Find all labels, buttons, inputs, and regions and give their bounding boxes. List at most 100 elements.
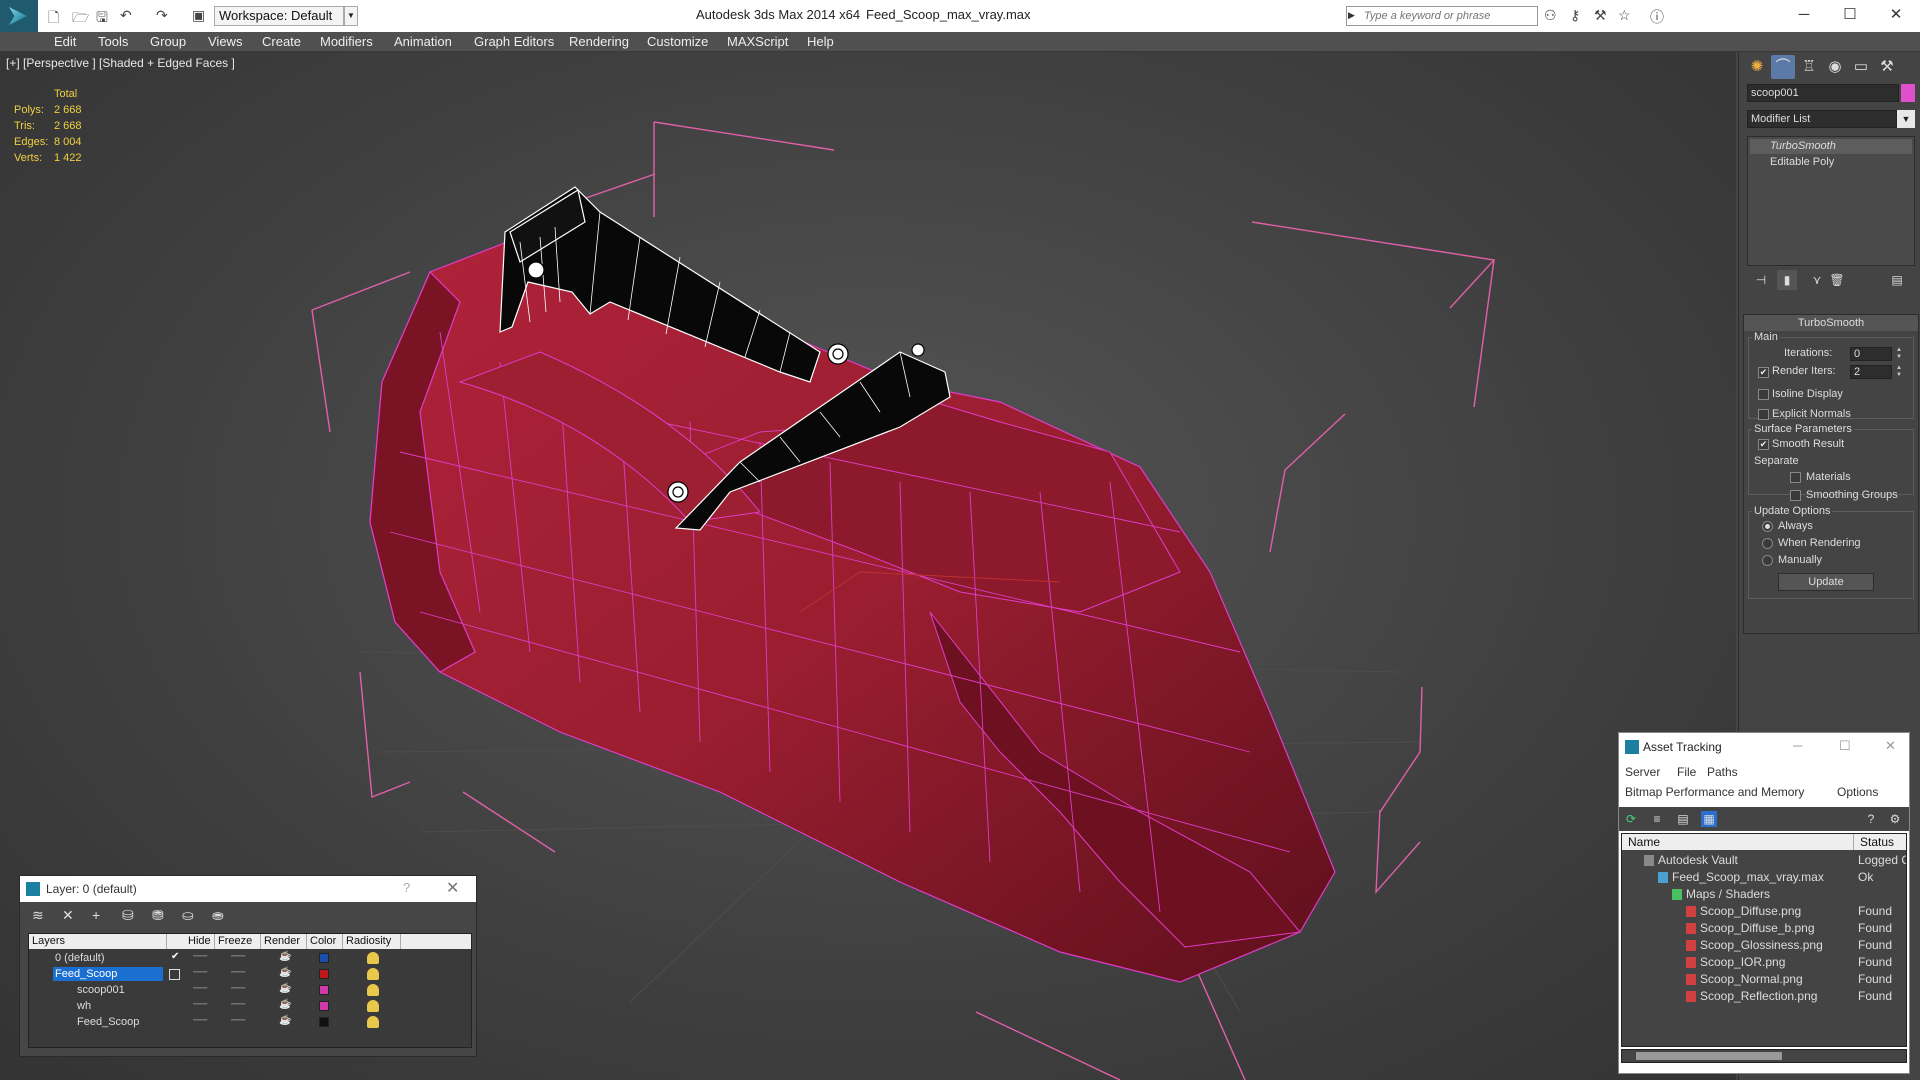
render-iters-spinner[interactable]: 2 xyxy=(1850,365,1892,379)
rollout-title[interactable]: TurboSmooth xyxy=(1744,315,1918,331)
freeze-toggle[interactable]: ── xyxy=(231,967,245,978)
hide-toggle[interactable]: ── xyxy=(193,1015,207,1026)
radiosity-icon[interactable] xyxy=(367,1016,379,1028)
menu-bitmap-performance[interactable]: Bitmap Performance and Memory xyxy=(1625,785,1804,799)
col-color[interactable]: Color xyxy=(307,934,343,949)
layer-row[interactable]: wh ── ── ☕ xyxy=(29,998,471,1014)
smoothing-groups-checkbox[interactable] xyxy=(1790,490,1801,501)
layer-color-swatch[interactable] xyxy=(319,1001,329,1011)
menu-animation[interactable]: Animation xyxy=(394,34,452,49)
asset-row[interactable]: Scoop_Diffuse_b.png Found xyxy=(1622,920,1906,937)
refresh-icon[interactable]: ⟳ xyxy=(1623,811,1639,827)
key-icon[interactable]: ⚷ xyxy=(1570,7,1580,24)
asset-row[interactable]: Maps / Shaders xyxy=(1622,886,1906,903)
asset-row[interactable]: Scoop_Reflection.png Found xyxy=(1622,988,1906,1005)
explicit-normals-checkbox[interactable] xyxy=(1758,409,1769,420)
favorites-star-icon[interactable]: ☆ xyxy=(1618,7,1631,24)
col-render[interactable]: Render xyxy=(261,934,307,949)
current-layer-check-icon[interactable]: ✔ xyxy=(171,951,179,962)
asset-name[interactable]: Autodesk Vault xyxy=(1658,853,1738,867)
maximize-button[interactable]: ☐ xyxy=(1839,738,1851,754)
menu-maxscript[interactable]: MAXScript xyxy=(727,34,788,49)
layer-color-swatch[interactable] xyxy=(319,985,329,995)
maximize-button[interactable]: ☐ xyxy=(1830,3,1870,27)
isoline-display-checkbox[interactable] xyxy=(1758,389,1769,400)
materials-checkbox[interactable] xyxy=(1790,472,1801,483)
freeze-toggle[interactable]: ── xyxy=(231,999,245,1010)
project-folder-icon[interactable]: ▣ xyxy=(192,7,205,24)
menu-edit[interactable]: Edit xyxy=(54,34,76,49)
asset-row[interactable]: Autodesk Vault Logged O xyxy=(1622,852,1906,869)
minimize-button[interactable]: ─ xyxy=(1793,738,1802,753)
save-file-icon[interactable]: 🖫 xyxy=(96,7,108,31)
freeze-toggle[interactable]: ── xyxy=(231,983,245,994)
undo-icon[interactable]: ↶ xyxy=(120,7,132,24)
col-layers[interactable]: Layers xyxy=(29,934,167,949)
hide-all-layers-icon[interactable]: ⛀ xyxy=(182,907,194,924)
col-freeze[interactable]: Freeze xyxy=(215,934,261,949)
layer-name[interactable]: wh xyxy=(75,999,165,1013)
hide-toggle[interactable]: ── xyxy=(193,999,207,1010)
asset-name[interactable]: Scoop_Diffuse_b.png xyxy=(1700,921,1815,935)
asset-name[interactable]: Maps / Shaders xyxy=(1686,887,1770,901)
object-name-field[interactable]: scoop001 xyxy=(1747,84,1899,102)
asset-window-title[interactable]: Asset Tracking xyxy=(1619,733,1909,761)
render-teapot-icon[interactable]: ☕ xyxy=(279,967,291,978)
menu-rendering[interactable]: Rendering xyxy=(569,34,629,49)
iterations-spinner[interactable]: 0 xyxy=(1850,347,1892,361)
display-tab-icon[interactable]: ▭ xyxy=(1849,55,1873,79)
configure-modifier-sets-icon[interactable]: ▤ xyxy=(1887,270,1907,290)
layer-color-swatch[interactable] xyxy=(319,969,329,979)
horizontal-scrollbar[interactable] xyxy=(1621,1049,1907,1063)
render-teapot-icon[interactable]: ☕ xyxy=(279,951,291,962)
delete-layer-icon[interactable]: ✕ xyxy=(62,907,74,924)
layer-name[interactable]: Feed_Scoop xyxy=(53,967,163,981)
menu-help[interactable]: Help xyxy=(807,34,834,49)
radiosity-icon[interactable] xyxy=(367,952,379,964)
menu-create[interactable]: Create xyxy=(262,34,301,49)
open-file-icon[interactable]: 🗁 xyxy=(72,7,89,31)
list-view-icon[interactable]: ≡ xyxy=(1649,811,1665,827)
render-iters-checkbox[interactable]: ✔ xyxy=(1758,367,1769,378)
asset-name[interactable]: Scoop_IOR.png xyxy=(1700,955,1785,969)
spinner-arrows-icon[interactable]: ▲ ▼ xyxy=(1894,365,1904,379)
menu-tools[interactable]: Tools xyxy=(98,34,128,49)
select-in-layer-icon[interactable]: ⛁ xyxy=(122,907,134,924)
col-radiosity[interactable]: Radiosity xyxy=(343,934,401,949)
menu-paths[interactable]: Paths xyxy=(1707,765,1738,779)
hide-toggle[interactable]: ── xyxy=(193,983,207,994)
modify-tab-icon[interactable]: ⌒ xyxy=(1771,55,1795,79)
manually-radio[interactable] xyxy=(1762,555,1773,566)
table-view-icon[interactable]: ▦ xyxy=(1701,811,1717,827)
current-layer-checkbox[interactable] xyxy=(169,969,180,980)
viewport-label[interactable]: [+] [Perspective ] [Shaded + Edged Faces… xyxy=(6,56,235,70)
close-button[interactable]: ✕ xyxy=(1876,3,1916,27)
close-button[interactable]: ✕ xyxy=(1885,738,1896,754)
always-radio[interactable] xyxy=(1762,521,1773,532)
layer-row[interactable]: Feed_Scoop ── ── ☕ xyxy=(29,1014,471,1030)
asset-name[interactable]: Scoop_Diffuse.png xyxy=(1700,904,1801,918)
col-name[interactable]: Name xyxy=(1622,834,1854,850)
freeze-all-layers-icon[interactable]: ⛂ xyxy=(212,907,224,924)
create-tab-icon[interactable]: ✺ xyxy=(1745,55,1769,79)
menu-group[interactable]: Group xyxy=(150,34,186,49)
layer-color-swatch[interactable] xyxy=(319,953,329,963)
menu-modifiers[interactable]: Modifiers xyxy=(320,34,373,49)
help-icon[interactable]: ⓘ xyxy=(1650,7,1664,27)
remove-modifier-icon[interactable]: 🗑 xyxy=(1827,270,1847,290)
menu-server[interactable]: Server xyxy=(1625,765,1660,779)
minimize-button[interactable]: ─ xyxy=(1784,3,1824,27)
layer-row[interactable]: 0 (default) ✔ ── ── ☕ xyxy=(29,950,471,966)
hierarchy-tab-icon[interactable]: ♖ xyxy=(1797,55,1821,79)
help-icon[interactable]: ? xyxy=(403,880,410,895)
highlight-selected-icon[interactable]: ⛃ xyxy=(152,907,164,924)
detail-view-icon[interactable]: ▤ xyxy=(1675,811,1691,827)
menu-views[interactable]: Views xyxy=(208,34,242,49)
radiosity-icon[interactable] xyxy=(367,984,379,996)
binoculars-icon[interactable]: ⚇ xyxy=(1544,7,1557,24)
hide-toggle[interactable]: ── xyxy=(193,951,207,962)
app-logo-icon[interactable] xyxy=(0,0,38,32)
help-icon[interactable]: ? xyxy=(1863,811,1879,827)
layer-color-swatch[interactable] xyxy=(319,1017,329,1027)
create-layer-icon[interactable]: ≋ xyxy=(32,907,44,924)
